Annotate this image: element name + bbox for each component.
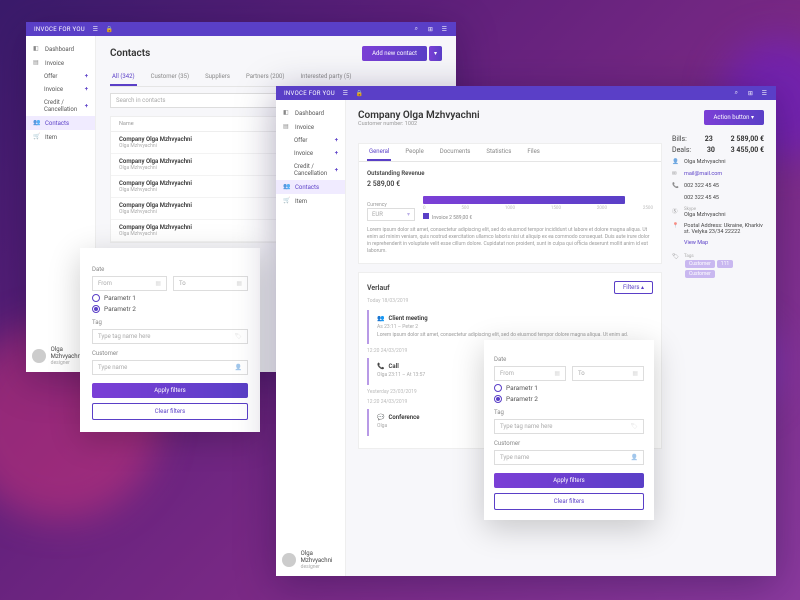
phone-icon: 📞: [672, 183, 679, 190]
tag-chip[interactable]: 111: [717, 260, 733, 268]
sidebar-item-contacts[interactable]: 👥Contacts: [26, 116, 95, 130]
tab-files[interactable]: Files: [525, 144, 542, 161]
sidebar-item-item[interactable]: 🛒Item: [276, 194, 345, 208]
sidebar-item-credit[interactable]: Credit / Cancellation+: [276, 160, 345, 180]
chat-icon: 💬: [377, 414, 384, 421]
menu-icon[interactable]: ☰: [342, 90, 349, 97]
phone-icon: 📞: [377, 363, 384, 370]
tag-input[interactable]: Type tag name here🏷: [494, 419, 644, 434]
filter-panel: Date From▦ To▦ Parametr 1 Parametr 2 Tag…: [80, 248, 260, 432]
tab-general[interactable]: General: [367, 144, 391, 161]
param2-radio[interactable]: Parametr 2: [494, 395, 644, 403]
date-from-input[interactable]: From▦: [92, 276, 167, 291]
person-icon: 👤: [235, 364, 242, 371]
tag-icon: 🏷: [672, 254, 679, 261]
contacts-tabs: All (342) Customer (35) Suppliers Partne…: [110, 69, 442, 87]
sidebar-item-offer[interactable]: Offer+: [26, 70, 95, 83]
revenue-label: Outstanding Revenue: [367, 170, 653, 177]
revenue-value: 2 589,00 €: [367, 180, 653, 188]
filter-date-label: Date: [92, 266, 248, 273]
filter-panel: Date From▦ To▦ Parametr 1 Parametr 2 Tag…: [484, 340, 654, 520]
sidebar-item-credit[interactable]: Credit / Cancellation+: [26, 96, 95, 116]
add-contact-dropdown[interactable]: ▾: [429, 46, 442, 61]
menu-icon[interactable]: ☰: [92, 26, 99, 33]
person-icon: 👤: [672, 159, 679, 166]
tag-input[interactable]: Type tag name here🏷: [92, 329, 248, 344]
sidebar: ◧Dashboard ▤Invoice Offer+ Invoice+ Cred…: [276, 100, 346, 576]
brand: INVOCE FOR YOU: [34, 26, 85, 33]
tab-partners[interactable]: Partners (200): [244, 69, 287, 86]
view-map-link[interactable]: View Map: [684, 240, 764, 246]
add-contact-button[interactable]: Add new contact: [362, 46, 427, 61]
tab-all[interactable]: All (342): [110, 69, 137, 86]
tab-people[interactable]: People: [403, 144, 425, 161]
header-bar: INVOCE FOR YOU ☰ 🔒 ⌕ ⊞ ☰: [276, 86, 776, 100]
tab-statistics[interactable]: Statistics: [484, 144, 513, 161]
mail-icon: ✉: [672, 171, 679, 178]
tag-chip[interactable]: Customer: [685, 270, 715, 278]
search-icon[interactable]: ⌕: [733, 90, 740, 97]
sidebar-item-contacts[interactable]: 👥Contacts: [276, 180, 345, 194]
avatar: [282, 553, 296, 567]
description-text: Lorem ipsum dolor sit amet, consectetur …: [367, 227, 653, 255]
customer-input[interactable]: Type name👤: [92, 360, 248, 375]
filter-customer-label: Customer: [92, 350, 248, 357]
currency-select[interactable]: EUR▾: [367, 208, 415, 221]
filter-tag-label: Tag: [92, 319, 248, 326]
apply-filters-button[interactable]: Apply filters: [92, 383, 248, 398]
clear-filters-button[interactable]: Clear filters: [92, 403, 248, 420]
tab-interested[interactable]: Interested party (5): [298, 69, 353, 86]
date-from-input[interactable]: From▦: [494, 366, 566, 381]
date-to-input[interactable]: To▦: [572, 366, 644, 381]
apply-filters-button[interactable]: Apply filters: [494, 473, 644, 488]
settings-icon[interactable]: ☰: [441, 26, 448, 33]
avatar: [32, 349, 46, 363]
date-to-input[interactable]: To▦: [173, 276, 248, 291]
tag-chip[interactable]: Customer: [685, 260, 715, 268]
revenue-scale: 05001000150020002500: [423, 206, 653, 211]
sidebar-item-dashboard[interactable]: ◧Dashboard: [26, 42, 95, 56]
skype-icon: Ⓢ: [672, 207, 679, 214]
settings-icon[interactable]: ☰: [761, 90, 768, 97]
clear-filters-button[interactable]: Clear filters: [494, 493, 644, 510]
people-icon: 👥: [377, 315, 384, 322]
lock-icon[interactable]: 🔒: [106, 26, 113, 33]
sidebar-item-invoice2[interactable]: Invoice+: [26, 83, 95, 96]
tab-documents[interactable]: Documents: [438, 144, 473, 161]
sidebar-item-dashboard[interactable]: ◧Dashboard: [276, 106, 345, 120]
action-button[interactable]: Action button ▾: [704, 110, 764, 125]
sidebar-item-item[interactable]: 🛒Item: [26, 130, 95, 144]
param1-radio[interactable]: Parametr 1: [494, 384, 644, 392]
sidebar-item-invoice[interactable]: ▤Invoice: [276, 120, 345, 134]
verlauf-title: Verlauf: [367, 284, 390, 292]
header-bar: INVOCE FOR YOU ☰ 🔒 ⌕ ⊞ ☰: [26, 22, 456, 36]
tag-icon: 🏷: [234, 333, 242, 340]
param1-radio[interactable]: Parametr 1: [92, 294, 248, 302]
customer-input[interactable]: Type name👤: [494, 450, 644, 465]
page-title: Contacts: [110, 48, 150, 59]
location-icon: 📍: [672, 223, 679, 230]
info-column: Bills:232 589,00 € Deals:303 455,00 € 👤O…: [672, 135, 764, 449]
company-subtitle: Customer number: 1002: [358, 121, 480, 127]
company-title: Company Olga Mzhvyachni: [358, 110, 480, 121]
user-badge[interactable]: Olga Mzhvyachnidesigner: [282, 550, 345, 570]
calendar-icon: ▦: [236, 280, 242, 287]
calendar-icon: ▦: [155, 280, 161, 287]
param2-radio[interactable]: Parametr 2: [92, 305, 248, 313]
timeline-today: Today 18/03/2019: [367, 298, 653, 304]
sidebar-item-invoice2[interactable]: Invoice+: [276, 147, 345, 160]
sidebar-item-offer[interactable]: Offer+: [276, 134, 345, 147]
filters-button[interactable]: Filters ▴: [614, 281, 653, 294]
sidebar-item-invoice[interactable]: ▤Invoice: [26, 56, 95, 70]
tab-customer[interactable]: Customer (35): [149, 69, 192, 86]
search-icon[interactable]: ⌕: [413, 26, 420, 33]
timeline-item[interactable]: 👥Client meeting As 23:11 – Peter 2 Lorem…: [367, 310, 653, 344]
add-icon[interactable]: ⊞: [427, 26, 434, 33]
tab-suppliers[interactable]: Suppliers: [203, 69, 232, 86]
email-link[interactable]: mail@mail.com: [684, 171, 722, 177]
brand: INVOCE FOR YOU: [284, 90, 335, 97]
lock-icon[interactable]: 🔒: [356, 90, 363, 97]
add-icon[interactable]: ⊞: [747, 90, 754, 97]
revenue-bar: [423, 196, 625, 204]
